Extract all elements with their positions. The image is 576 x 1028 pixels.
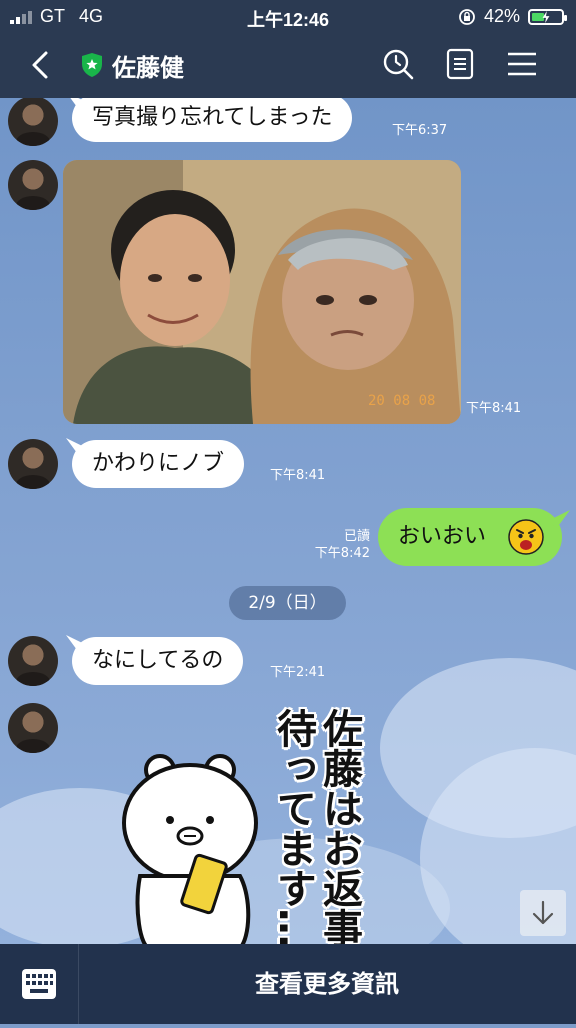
battery-icon	[528, 8, 567, 25]
scroll-to-bottom-button[interactable]	[520, 890, 566, 936]
contact-avatar[interactable]	[8, 160, 58, 210]
notes-icon[interactable]	[444, 48, 476, 80]
message-time: 下午8:41	[466, 401, 522, 416]
orientation-lock-icon	[459, 8, 475, 25]
sticker-line-2: 待ってます…	[270, 708, 316, 944]
status-bar: GT 4G 上午12:46 42%	[0, 0, 576, 32]
official-account-shield-icon	[82, 53, 102, 77]
keyboard-toggle-button[interactable]	[0, 944, 79, 1024]
back-icon[interactable]	[26, 50, 56, 80]
read-receipt: 已讀	[343, 529, 370, 544]
shocked-face-emoji-icon	[508, 519, 544, 555]
photo-image: 20 08 08	[63, 160, 461, 424]
search-icon[interactable]	[382, 48, 414, 80]
bottom-bar: 查看更多資訊	[0, 944, 576, 1024]
outgoing-message-bubble[interactable]: おいおい	[378, 508, 562, 566]
chat-header: 佐藤健	[0, 32, 576, 98]
message-read-status: 已讀 下午8:42	[315, 528, 370, 562]
contact-avatar[interactable]	[8, 439, 58, 489]
date-separator: 2/9（日）	[229, 586, 346, 620]
sticker-line-1: 佐藤はお返事	[316, 708, 362, 944]
keyboard-icon	[22, 969, 56, 999]
chat-area[interactable]: 写真撮り忘れてしまった 下午6:37 20 08 08 下午8:41 かわりにノ…	[0, 98, 576, 944]
menu-icon[interactable]	[506, 48, 538, 80]
contact-avatar[interactable]	[8, 703, 58, 753]
message-time: 下午8:41	[270, 468, 326, 483]
sticker-message[interactable]: 佐藤はお返事 待ってます…	[110, 708, 390, 944]
contact-avatar[interactable]	[8, 98, 58, 146]
message-bubble[interactable]: かわりにノブ	[72, 440, 245, 488]
battery-percent: 42%	[483, 6, 520, 26]
contact-name: 佐藤健	[112, 54, 184, 82]
message-bubble[interactable]: 写真撮り忘れてしまった	[72, 98, 353, 142]
sticker-text: 佐藤はお返事 待ってます…	[270, 708, 362, 944]
message-time: 下午8:42	[314, 546, 370, 561]
message-time: 下午6:37	[392, 123, 448, 138]
more-info-button[interactable]: 查看更多資訊	[78, 944, 576, 1024]
photo-date-stamp: 20 08 08	[368, 393, 435, 409]
message-time: 下午2:41	[270, 665, 326, 680]
message-bubble[interactable]: なにしてるの	[72, 637, 244, 685]
photo-message[interactable]: 20 08 08	[63, 160, 461, 424]
arrow-down-icon	[532, 900, 554, 925]
contact-avatar[interactable]	[8, 636, 58, 686]
